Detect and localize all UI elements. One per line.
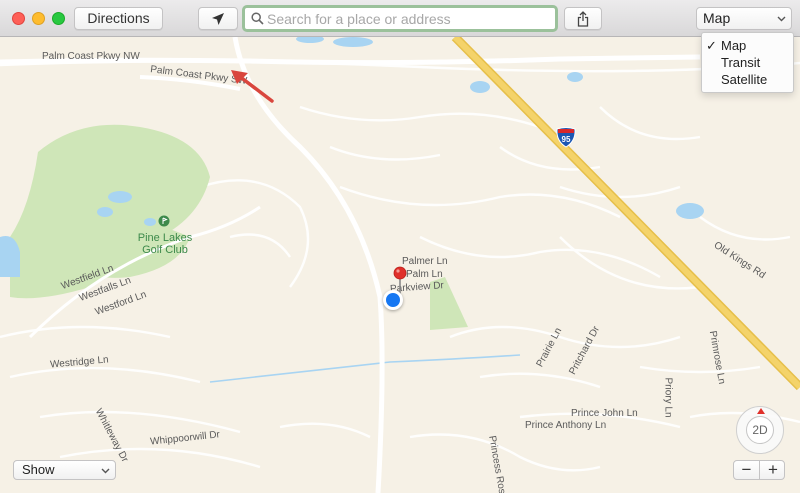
minimize-window-button[interactable] — [32, 12, 45, 25]
road-label: Prince John Ln — [571, 408, 638, 419]
toolbar: Directions Map — [0, 0, 800, 37]
compass-north-icon — [757, 408, 765, 414]
search-field[interactable] — [242, 5, 558, 32]
interstate-number: 95 — [562, 135, 571, 144]
chevron-down-icon — [101, 468, 110, 474]
zoom-out-button[interactable]: − — [734, 460, 760, 480]
view-mode-toggle[interactable]: 2D — [746, 416, 774, 444]
golf-club-name-line1: Pine Lakes — [137, 232, 193, 244]
view-mode-label: 2D — [752, 423, 768, 437]
map-canvas — [0, 37, 800, 493]
directions-label: Directions — [87, 10, 150, 26]
golf-icon — [158, 215, 170, 227]
chevron-down-icon — [777, 16, 786, 22]
share-icon — [577, 10, 589, 27]
close-window-button[interactable] — [12, 12, 25, 25]
search-input[interactable] — [267, 9, 551, 29]
menu-item-label: Satellite — [721, 72, 768, 87]
menu-item-satellite[interactable]: Satellite — [702, 71, 793, 88]
current-location-dot[interactable] — [383, 290, 403, 310]
location-arrow-icon — [212, 12, 224, 25]
map-type-select[interactable]: Map — [696, 7, 792, 30]
road-label: Palm Coast Pkwy NW — [42, 51, 140, 62]
menu-item-label: Transit — [721, 55, 761, 70]
menu-item-label: Map — [721, 38, 747, 53]
menu-item-map[interactable]: ✓ Map — [702, 37, 793, 54]
map-type-selected: Map — [703, 10, 731, 26]
golf-club-label[interactable]: Pine Lakes Golf Club — [130, 232, 200, 256]
compass-control[interactable]: 2D — [736, 406, 784, 454]
map-type-menu: ✓ Map Transit Satellite — [701, 32, 794, 93]
golf-club-name-line2: Golf Club — [142, 244, 188, 256]
road-label: Prince Anthony Ln — [525, 420, 607, 431]
menu-item-transit[interactable]: Transit — [702, 54, 793, 71]
road-label: Priory Ln — [662, 377, 674, 418]
show-label: Show — [22, 462, 55, 477]
road-label: Palm Ln — [406, 269, 443, 280]
show-select[interactable]: Show — [13, 460, 116, 480]
zoom-in-button[interactable]: + — [760, 460, 786, 480]
search-icon — [251, 12, 264, 25]
checkmark-icon: ✓ — [706, 38, 717, 53]
zoom-window-button[interactable] — [52, 12, 65, 25]
directions-button[interactable]: Directions — [74, 7, 163, 30]
map-view[interactable]: Palm Coast Pkwy NW Palm Coast Pkwy SW Ol… — [0, 37, 800, 493]
share-button[interactable] — [564, 7, 602, 30]
interstate-shield-icon: 95 — [556, 127, 576, 148]
current-location-button[interactable] — [198, 7, 238, 30]
zoom-control: − + — [733, 460, 785, 480]
annotation-arrow-icon — [231, 70, 274, 103]
